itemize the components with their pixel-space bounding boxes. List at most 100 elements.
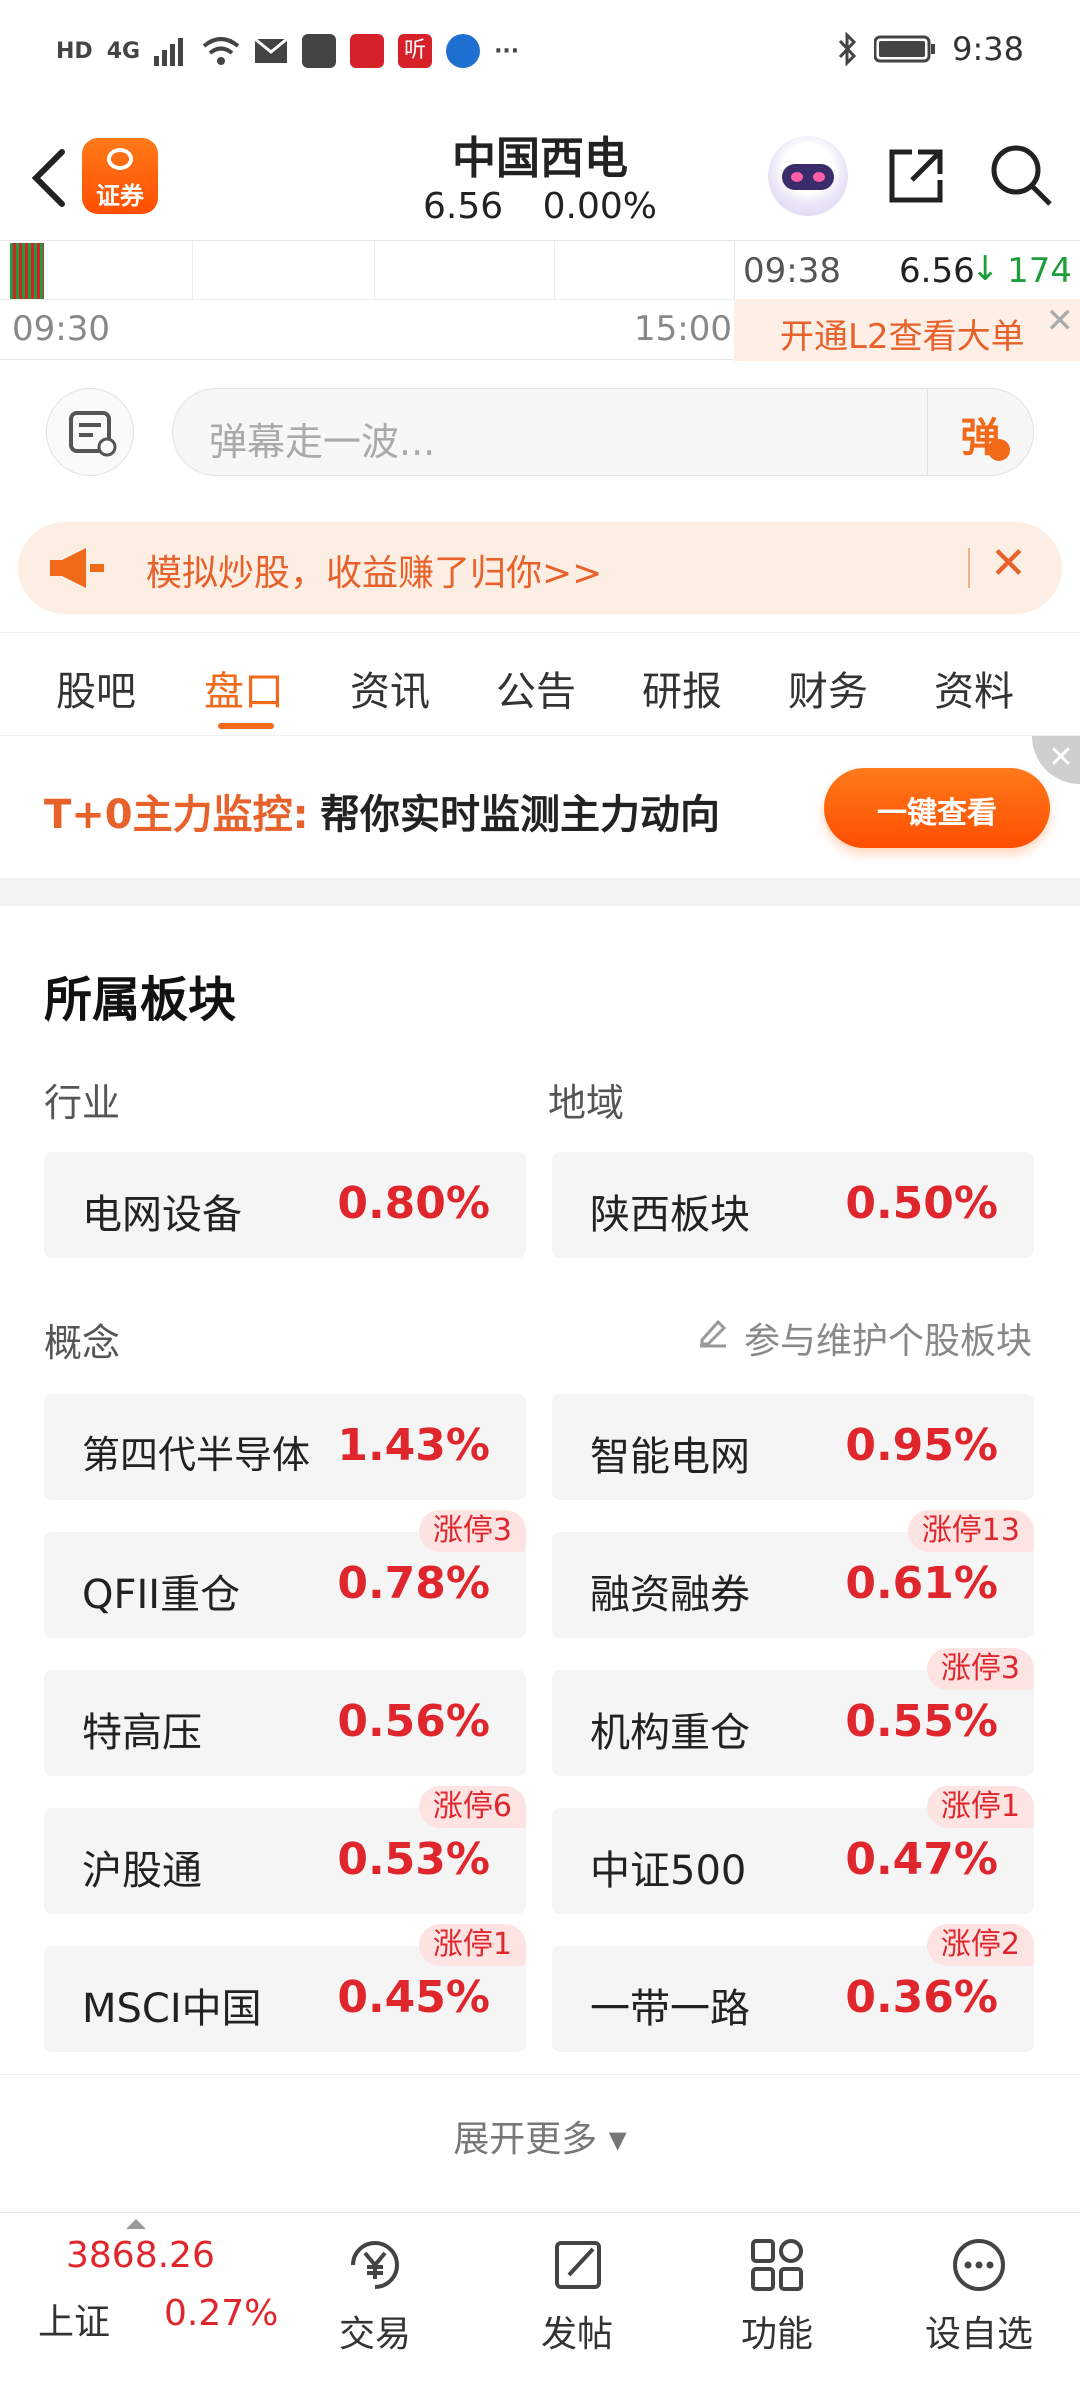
- danmu-placeholder: 弹幕走一波...: [209, 420, 436, 464]
- more-notifications: ···: [494, 38, 520, 64]
- share-icon[interactable]: [884, 144, 948, 208]
- bottom-bar: 3868.26 上证 0.27% 交易 发帖 功能 设自选: [0, 2212, 1080, 2388]
- section-title: 所属板块: [44, 972, 237, 1028]
- limit-up-badge: 涨停2: [926, 1924, 1034, 1966]
- yen-icon: [351, 2241, 399, 2289]
- concept-pct: 1.43%: [337, 1420, 490, 1471]
- browser-app-icon: [446, 34, 481, 68]
- expand-more-button[interactable]: 展开更多 ▾: [0, 2110, 1080, 2162]
- danmu-settings-button[interactable]: [46, 388, 134, 476]
- concept-pct: 0.56%: [337, 1696, 490, 1747]
- close-icon[interactable]: ✕: [1032, 736, 1080, 784]
- tab-financials[interactable]: 财务: [788, 659, 868, 717]
- promo-highlight: T+0主力监控:: [44, 792, 309, 838]
- tab-profile[interactable]: 资料: [934, 659, 1014, 717]
- concept-name: 中证500: [590, 1848, 747, 1894]
- tick-time: 09:38: [743, 251, 841, 291]
- concept-pct: 0.61%: [845, 1558, 998, 1609]
- edit-icon: [700, 1319, 727, 1348]
- concept-pct: 0.95%: [845, 1420, 998, 1471]
- concept-name: MSCI中国: [82, 1986, 262, 2032]
- sector-pct: 0.80%: [337, 1178, 490, 1229]
- concept-name: 第四代半导体: [82, 1433, 311, 1477]
- tab-guba[interactable]: 股吧: [56, 659, 136, 717]
- concept-name: 融资融券: [590, 1572, 750, 1618]
- maintain-sector-link[interactable]: 参与维护个股板块: [696, 1312, 1032, 1364]
- concept-pct: 0.45%: [337, 1972, 490, 2023]
- tab-research[interactable]: 研报: [642, 659, 722, 717]
- chart-time-start: 09:30: [12, 309, 110, 349]
- post-button[interactable]: 发帖: [512, 2237, 642, 2357]
- open-l2-banner[interactable]: 开通L2查看大单 ✕: [734, 299, 1080, 361]
- concept-pct: 0.36%: [845, 1972, 998, 2023]
- one-click-view-button[interactable]: 一键查看: [824, 768, 1050, 848]
- concept-card[interactable]: 第四代半导体 1.43%: [44, 1394, 526, 1500]
- concept-card[interactable]: 涨停2 一带一路 0.36%: [552, 1924, 1034, 2052]
- tab-announcements[interactable]: 公告: [496, 659, 576, 717]
- functions-button[interactable]: 功能: [712, 2237, 842, 2357]
- limit-up-badge: 涨停6: [418, 1786, 526, 1828]
- open-l2-text: 开通L2查看大单: [780, 317, 1025, 357]
- volume-bars: [10, 243, 44, 299]
- simulated-trading-banner[interactable]: 模拟炒股，收益赚了归你>> ✕: [18, 522, 1062, 614]
- post-label: 发帖: [540, 2314, 613, 2355]
- industry-label: 行业: [44, 1081, 121, 1125]
- sector-name: 电网设备: [82, 1192, 242, 1238]
- more-icon: [953, 2239, 1005, 2291]
- concept-name: 特高压: [82, 1710, 202, 1756]
- tab-pankou[interactable]: 盘口: [204, 659, 284, 717]
- sector-pct: 0.50%: [845, 1178, 998, 1229]
- close-icon[interactable]: ✕: [990, 538, 1027, 589]
- edit-icon: [555, 2241, 601, 2289]
- sector-card-industry[interactable]: 电网设备 0.80%: [44, 1152, 526, 1258]
- danmu-input[interactable]: 弹幕走一波... 弹: [172, 388, 1034, 476]
- limit-up-badge: 涨停1: [926, 1786, 1034, 1828]
- network-4g-indicator: 4G: [106, 38, 141, 64]
- concept-card[interactable]: 涨停6 沪股通 0.53%: [44, 1786, 526, 1914]
- add-watchlist-button[interactable]: 设自选: [914, 2237, 1044, 2357]
- close-icon[interactable]: ✕: [1046, 301, 1075, 341]
- concept-card[interactable]: 特高压 0.56%: [44, 1670, 526, 1776]
- intraday-chart-strip[interactable]: 09:30 15:00 09:38 6.56 ↓ 174 开通L2查看大单 ✕: [0, 240, 1080, 361]
- concept-card[interactable]: 涨停3 QFII重仓 0.78%: [44, 1510, 526, 1638]
- clock: 9:38: [952, 30, 1024, 68]
- check-badge-icon: [988, 439, 1010, 461]
- concept-name: QFII重仓: [82, 1572, 241, 1618]
- ting-app-icon: 听: [398, 34, 433, 68]
- wifi-icon: [202, 37, 240, 65]
- concept-pct: 0.55%: [845, 1696, 998, 1747]
- concept-pct: 0.53%: [337, 1834, 490, 1885]
- concept-label: 概念: [44, 1321, 121, 1365]
- stock-change-pct: 0.00%: [542, 186, 657, 227]
- sector-card-region[interactable]: 陕西板块 0.50%: [552, 1152, 1034, 1258]
- danmu-send-button[interactable]: 弹: [927, 389, 1033, 475]
- concept-card[interactable]: 涨停3 机构重仓 0.55%: [552, 1648, 1034, 1776]
- add-watchlist-label: 设自选: [924, 2314, 1033, 2355]
- stock-tabs: 股吧 盘口 资讯 公告 研报 财务 资料: [0, 632, 1080, 736]
- up-caret-icon: [126, 2219, 146, 2229]
- concept-card[interactable]: 涨停1 中证500 0.47%: [552, 1786, 1034, 1914]
- status-right: 9:38: [836, 30, 1024, 68]
- trade-button[interactable]: 交易: [310, 2237, 440, 2357]
- concept-card[interactable]: 涨停13 融资融券 0.61%: [552, 1510, 1034, 1638]
- chart-time-end: 15:00: [634, 309, 732, 349]
- index-name: 上证: [38, 2302, 111, 2343]
- danmu-bar: 弹幕走一波... 弹: [0, 360, 1080, 510]
- banner-text: 模拟炒股，收益赚了归你>>: [146, 553, 603, 594]
- search-icon[interactable]: [988, 142, 1054, 208]
- t0-promo[interactable]: T+0主力监控: 帮你实时监测主力动向 一键查看 ✕: [0, 736, 1080, 878]
- concept-pct: 0.78%: [337, 1558, 490, 1609]
- concept-name: 智能电网: [590, 1434, 750, 1480]
- sector-section: 所属板块 行业 地域 电网设备 0.80% 陕西板块 0.50% 概念 参与维护…: [0, 906, 1080, 2160]
- concept-card[interactable]: 智能电网 0.95%: [552, 1394, 1034, 1500]
- concept-card[interactable]: 涨停1 MSCI中国 0.45%: [44, 1924, 526, 2052]
- down-arrow-icon: ↓: [971, 249, 1000, 289]
- grid-icon: [751, 2239, 803, 2291]
- functions-label: 功能: [740, 2314, 813, 2355]
- battery-icon: [874, 35, 936, 63]
- signal-icon: [154, 38, 184, 66]
- status-left: HD 4G 听 ···: [56, 34, 519, 68]
- ai-assistant-robot-icon[interactable]: [768, 136, 848, 216]
- tab-news[interactable]: 资讯: [350, 659, 430, 717]
- intraday-chart[interactable]: 09:30 15:00: [0, 241, 734, 361]
